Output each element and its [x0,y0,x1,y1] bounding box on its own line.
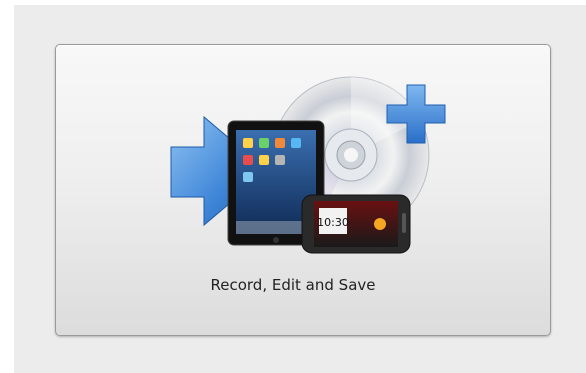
phone-icon: 10:30 [301,194,411,254]
feature-illustration: 10:30 [170,76,446,254]
phone-clock-text: 10:30 [317,216,349,229]
tile-label: Record, Edit and Save [210,276,376,294]
